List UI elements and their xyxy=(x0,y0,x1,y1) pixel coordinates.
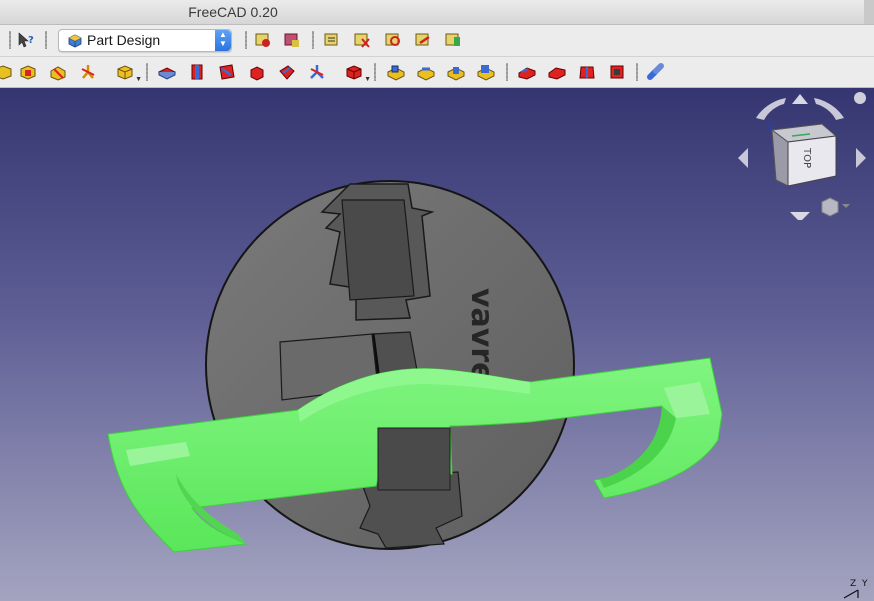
revolution-button[interactable] xyxy=(186,61,208,83)
clone-button[interactable] xyxy=(17,61,39,83)
sub-shape-binder-button[interactable] xyxy=(47,61,69,83)
axis-y-label: Y xyxy=(861,579,868,589)
revolution-icon xyxy=(191,64,203,80)
pocket-button[interactable] xyxy=(385,61,407,83)
macro-step-into-icon xyxy=(385,33,400,46)
window-title: FreeCAD 0.20 xyxy=(188,4,278,20)
shape-binder-button[interactable] xyxy=(0,61,14,83)
toolbar-separator xyxy=(374,63,376,81)
fillet-button[interactable] xyxy=(516,61,538,83)
macro-stop-icon xyxy=(284,33,299,47)
3d-viewport[interactable]: vavren TOP Z Y xyxy=(0,88,874,601)
toolbar-separator xyxy=(45,31,47,49)
groove-icon xyxy=(447,67,465,81)
chamfer-icon xyxy=(548,67,566,80)
hole-button[interactable] xyxy=(415,61,437,83)
whats-this-icon: ? xyxy=(18,32,34,48)
thickness-button[interactable] xyxy=(606,61,628,83)
view-menu-cube-icon[interactable] xyxy=(821,197,850,217)
axis-indicator: Z Y xyxy=(843,579,868,599)
toolbar-workbench: ? Part Design ▲ ▼ xyxy=(0,25,874,57)
navcube-face-label: TOP xyxy=(801,147,812,168)
rotate-left-arrow-icon[interactable] xyxy=(756,98,786,120)
macro-stop-button[interactable] xyxy=(281,29,303,51)
title-bar-edge xyxy=(864,0,874,24)
local-coordinate-system-button[interactable]: ▼ xyxy=(114,61,142,83)
subtractive-loft-button[interactable] xyxy=(475,61,497,83)
macro-step-into-button[interactable] xyxy=(382,29,404,51)
additive-pipe-icon xyxy=(250,66,264,81)
macro-toggle-breakpoint-button[interactable] xyxy=(442,29,464,51)
toolbar-partdesign: ▼ ▼ xyxy=(0,57,874,88)
sub-shape-binder-icon xyxy=(50,66,66,81)
additive-helix-button[interactable] xyxy=(276,61,298,83)
additive-loft-button[interactable] xyxy=(216,61,238,83)
pad-button[interactable] xyxy=(156,61,178,83)
toolbar-separator xyxy=(506,63,508,81)
datum-tools-button[interactable] xyxy=(77,61,99,83)
draft-button[interactable] xyxy=(576,61,598,83)
datum-tools-icon xyxy=(81,65,95,79)
navigation-cube[interactable]: TOP xyxy=(730,90,870,220)
additive-loft-icon xyxy=(219,64,235,80)
mirrored-icon xyxy=(647,63,664,80)
macro-step-over-icon xyxy=(415,33,430,46)
draft-icon xyxy=(579,66,595,79)
additive-primitive-button[interactable] xyxy=(306,61,328,83)
nav-menu-dot-icon[interactable] xyxy=(854,92,866,104)
macro-record-icon xyxy=(255,33,270,47)
pad-icon xyxy=(158,67,176,80)
additive-helix-icon xyxy=(279,65,295,80)
navcube-body[interactable]: TOP xyxy=(769,123,838,187)
rotate-right-arrow-icon[interactable] xyxy=(814,98,844,120)
shape-binder-icon xyxy=(0,65,12,80)
chevron-down-icon: ▼ xyxy=(364,76,371,83)
macros-dialog-button[interactable] xyxy=(321,29,343,51)
center-slot-block xyxy=(377,427,451,491)
local-coordinate-system-icon xyxy=(117,65,133,80)
macros-dialog-icon xyxy=(324,33,338,46)
toolbar-separator xyxy=(312,31,314,49)
fillet-icon xyxy=(518,67,536,80)
pocket-icon xyxy=(387,65,405,81)
additive-pipe-button[interactable] xyxy=(246,61,268,83)
hole-icon xyxy=(417,67,435,81)
groove-button[interactable] xyxy=(445,61,467,83)
thickness-icon xyxy=(610,65,624,79)
upper-slot-inner xyxy=(341,199,415,301)
toolbar-separator xyxy=(636,63,638,81)
macro-breakpoint-icon xyxy=(445,33,460,46)
additive-primitive-icon xyxy=(310,65,324,79)
whats-this-button[interactable]: ? xyxy=(15,29,37,51)
workbench-selector[interactable]: Part Design ▲ ▼ xyxy=(58,29,232,52)
macro-debug-icon xyxy=(354,33,370,48)
mirrored-button[interactable] xyxy=(645,61,667,83)
workbench-selector-label: Part Design xyxy=(87,32,161,48)
svg-text:?: ? xyxy=(28,35,34,46)
toolbar-separator xyxy=(9,31,11,49)
macro-step-over-button[interactable] xyxy=(412,29,434,51)
axis-z-label: Z xyxy=(850,579,856,589)
chamfer-button[interactable] xyxy=(546,61,568,83)
toolbar-separator xyxy=(245,31,247,49)
nav-up-arrow-icon[interactable] xyxy=(792,94,808,104)
partdesign-workbench-icon xyxy=(68,34,82,48)
nav-left-arrow-icon[interactable] xyxy=(738,148,748,168)
title-bar: FreeCAD 0.20 xyxy=(0,0,874,25)
macro-debug-button[interactable] xyxy=(351,29,373,51)
subtractive-loft-icon xyxy=(477,65,495,81)
additive-box-icon xyxy=(346,65,362,80)
chevron-updown-icon: ▲ ▼ xyxy=(215,30,231,51)
nav-right-arrow-icon[interactable] xyxy=(856,148,866,168)
nav-down-arrow-icon[interactable] xyxy=(790,212,810,220)
toolbar-separator xyxy=(146,63,148,81)
macro-record-button[interactable] xyxy=(252,29,274,51)
chevron-down-icon: ▼ xyxy=(135,76,142,83)
clone-icon xyxy=(20,65,36,80)
additive-box-button[interactable]: ▼ xyxy=(343,61,371,83)
